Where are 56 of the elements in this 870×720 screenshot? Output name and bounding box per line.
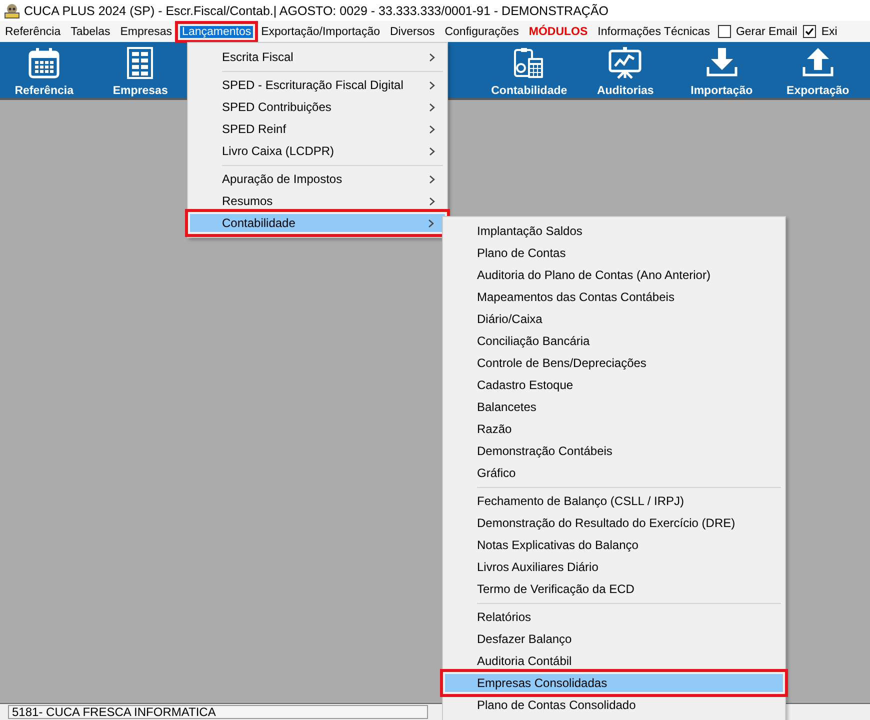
menu-item[interactable]: Notas Explicativas do Balanço [445,534,783,556]
toolbar-button[interactable]: Exportação [770,42,866,98]
toolbar-button[interactable]: Empresas [92,42,188,98]
menu-item[interactable]: Empresas Consolidadas [440,669,788,697]
menu-item[interactable]: Demonstração Contábeis [445,440,783,462]
menu-item[interactable]: Escrita Fiscal [190,46,445,68]
menu-item[interactable]: Balancetes [445,396,783,418]
menu-item[interactable]: Razão [445,418,783,440]
menu-item[interactable]: Livro Caixa (LCDPR) [190,140,445,162]
toolbar-button[interactable]: Importação [674,42,770,98]
menu-item[interactable]: Plano de Contas [445,242,783,264]
menu-item[interactable]: Gráfico [445,462,783,484]
menu-item[interactable]: Demonstração do Resultado do Exercício (DRE) [445,512,783,534]
menu-item[interactable]: Cadastro Estoque [445,374,783,396]
building-icon [127,47,154,79]
chevron-right-icon [429,80,435,90]
chevron-right-icon [429,174,435,184]
presentation-chart-icon [608,47,642,79]
menu-item[interactable]: Desfazer Balanço [445,628,783,650]
menu-item[interactable]: Mapeamentos das Contas Contábeis [445,286,783,308]
chevron-right-icon [428,218,434,228]
toolbar-button[interactable]: Contabilidade [481,42,578,98]
checkmark-icon [805,27,814,36]
chevron-right-icon [429,196,435,206]
menu-item[interactable]: Contabilidade [185,209,450,237]
menu-item[interactable]: SPED Contribuições [190,96,445,118]
app-logo-icon [4,2,20,18]
calendar-icon [28,47,60,79]
checkbox[interactable]: Gerar Email [714,25,800,38]
download-icon [706,47,738,77]
chevron-right-icon [429,146,435,156]
menu-item[interactable]: Auditoria do Plano de Contas (Ano Anterior) [445,264,783,286]
menu-item[interactable]: Resumos [190,190,445,212]
menu-item[interactable]: SPED Reinf [190,118,445,140]
calculator-icon [513,47,546,79]
menu-item[interactable]: Fechamento de Balanço (CSLL / IRPJ) [445,490,783,512]
chevron-right-icon [429,102,435,112]
menu-item[interactable]: SPED - Escrituração Fiscal Digital [190,74,445,96]
menu-item[interactable]: Livros Auxiliares Diário [445,556,783,578]
menu-bar-item[interactable]: Lançamentos [175,20,258,42]
upload-icon [802,47,834,77]
toolbar-button[interactable]: Auditorias [577,42,674,98]
status-text: 5181- CUCA FRESCA INFORMATICA [8,705,428,719]
toolbar-button[interactable]: Referência [0,42,92,98]
window-title: CUCA PLUS 2024 (SP) - Escr.Fiscal/Contab.| AGOSTO: 0029 - 33.333.333/0001-91 - DEMONSTRAÇÃO [24,4,609,18]
menu-item[interactable]: Controle de Bens/Depreciações [445,352,783,374]
menu-item[interactable]: Relatórios [445,606,783,628]
chevron-right-icon [429,52,435,62]
menu-item[interactable]: Plano de Contas Consolidado [445,694,783,716]
menu-item[interactable]: Diário/Caixa [445,308,783,330]
menu-item[interactable]: Termo de Verificação da ECD [445,578,783,600]
checkbox[interactable]: Exi [800,25,840,38]
menu-item[interactable]: Auditoria Contábil [445,650,783,672]
menu-item[interactable]: Conciliação Bancária [445,330,783,352]
menu-item[interactable]: Apuração de Impostos [190,168,445,190]
chevron-right-icon [429,124,435,134]
